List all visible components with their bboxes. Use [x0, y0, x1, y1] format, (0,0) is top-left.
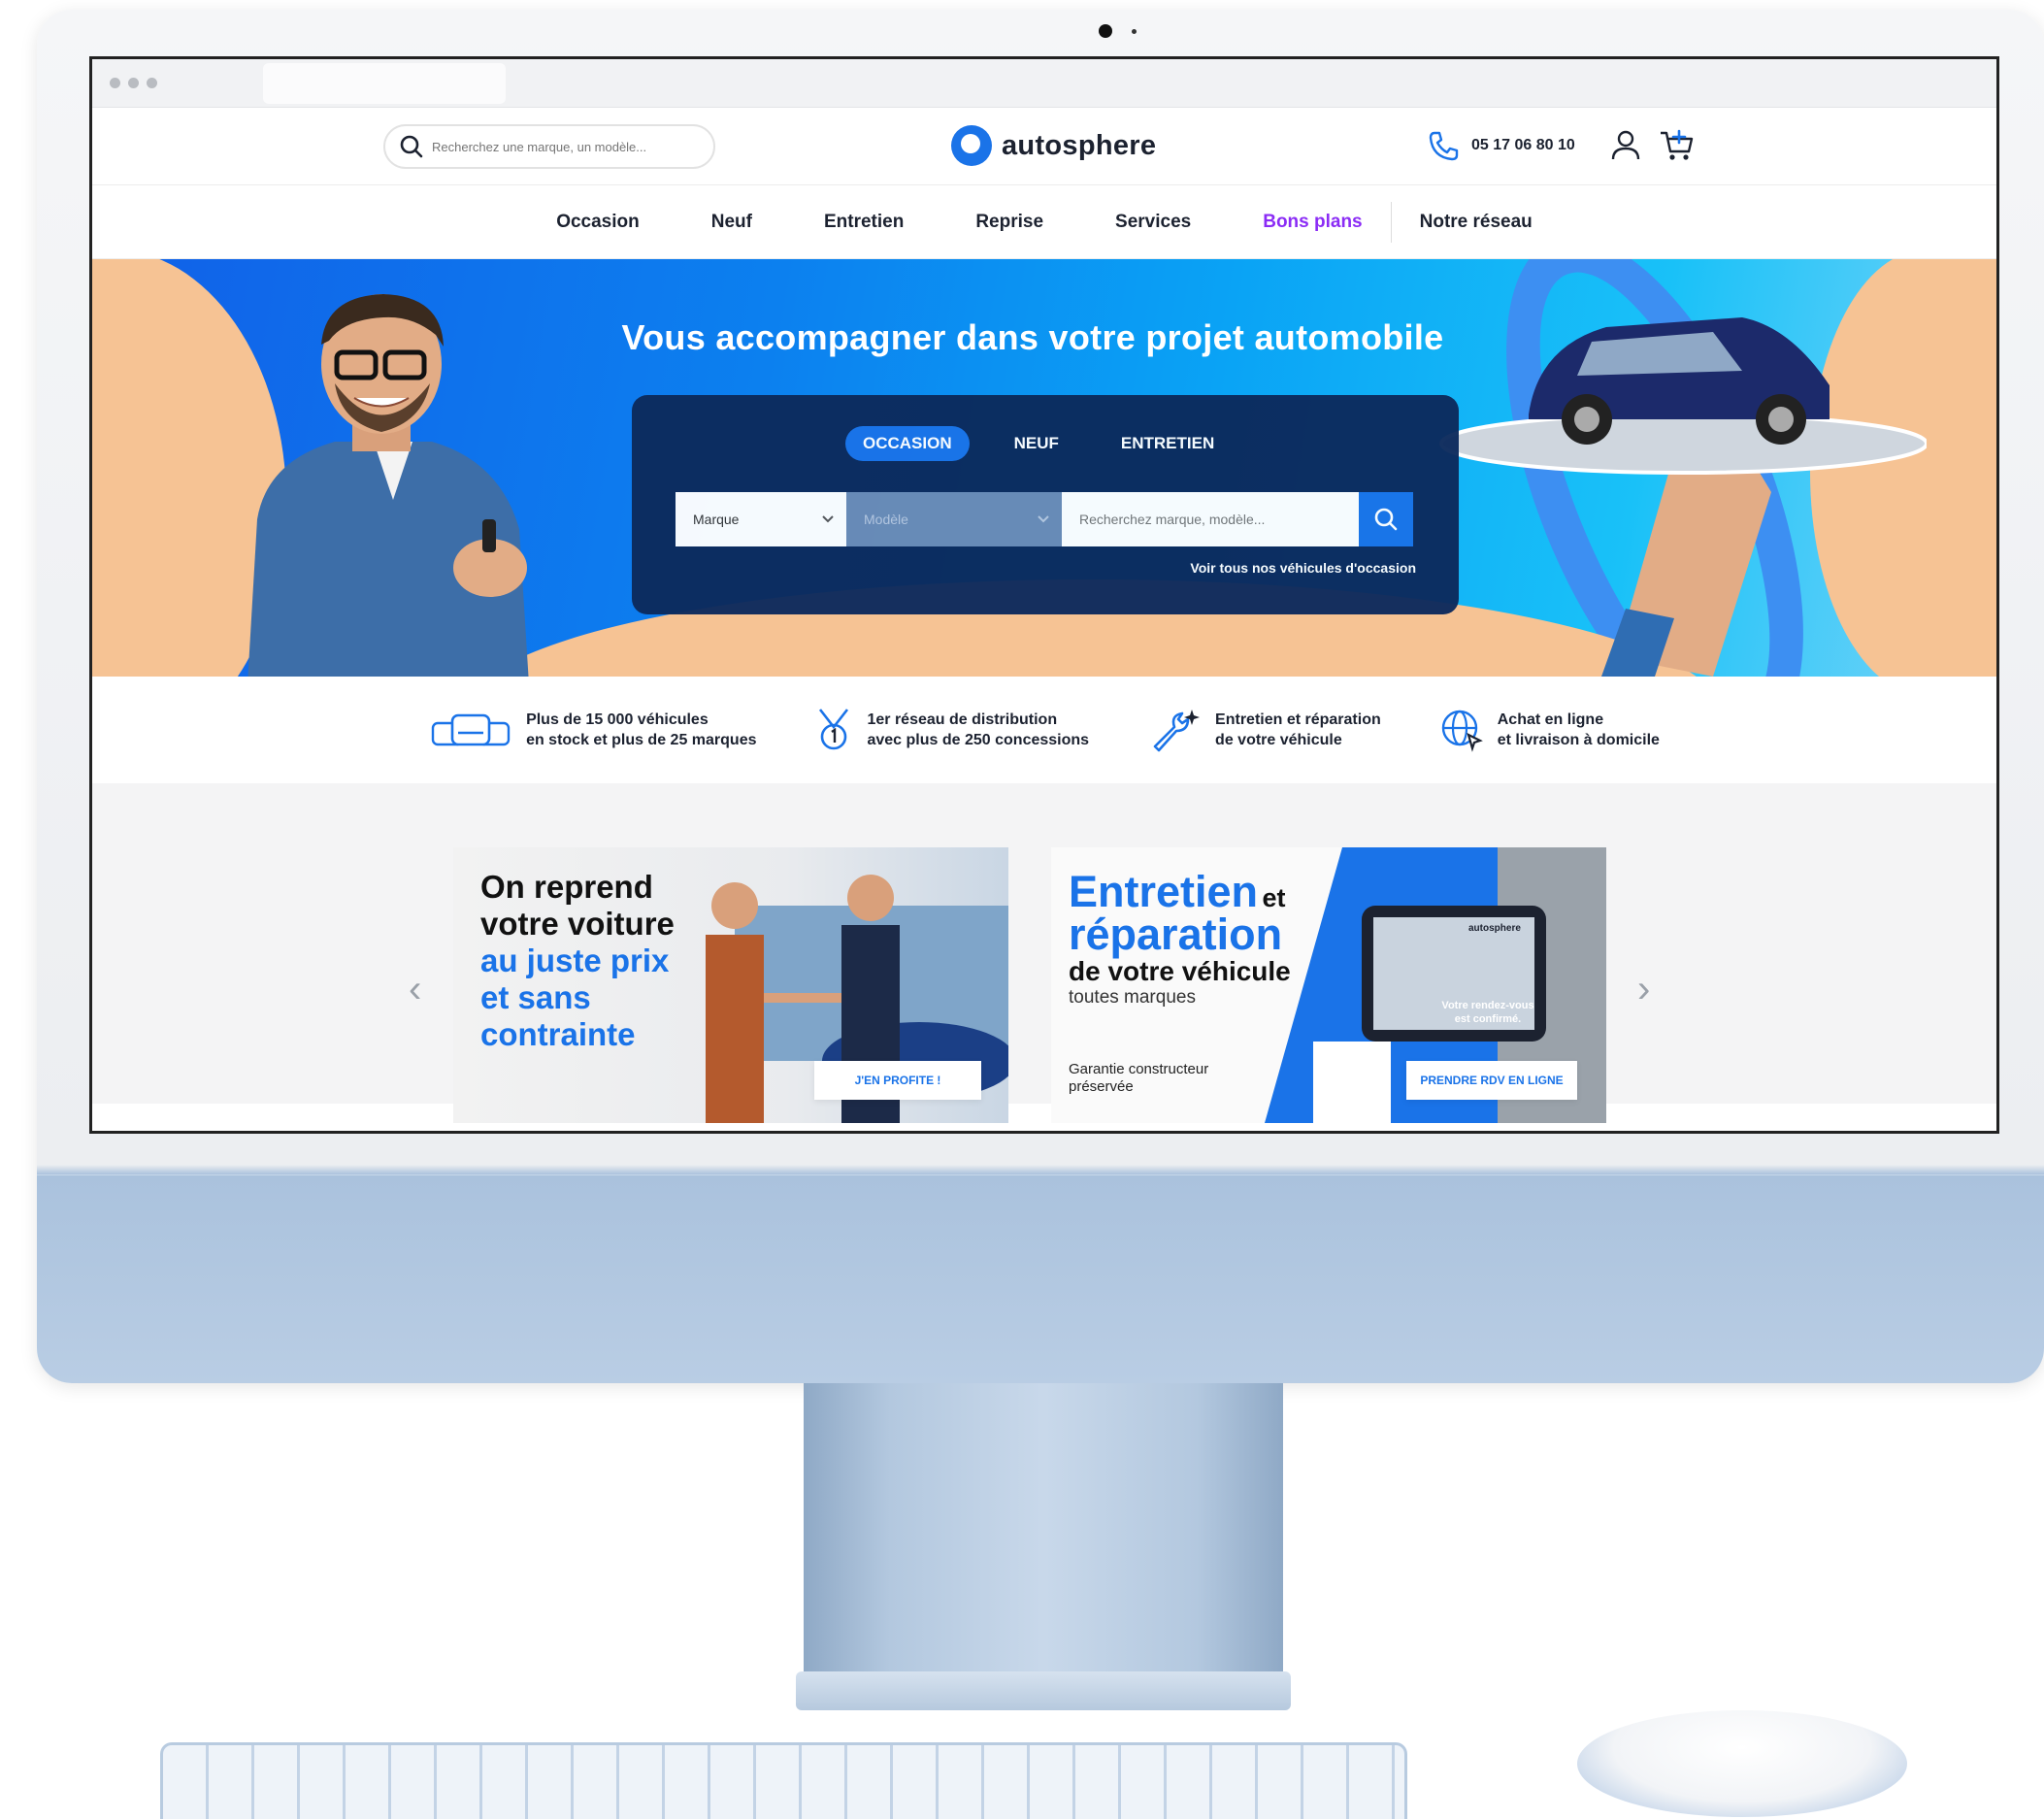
header-search[interactable]	[383, 124, 715, 169]
tablet-logo-text: autosphere	[1468, 923, 1521, 934]
tablet-message: Votre rendez-vous est confirmé.	[1430, 999, 1546, 1026]
reprise-line3: au juste prix	[480, 943, 670, 978]
imac-stand-base	[796, 1671, 1291, 1710]
nav-notre-reseau[interactable]: Notre réseau	[1420, 212, 1533, 233]
phone-link[interactable]: 05 17 06 80 10	[1427, 129, 1575, 162]
feature-maintenance-line2: de votre véhicule	[1215, 732, 1342, 748]
tab-occasion[interactable]: OCCASION	[845, 426, 970, 461]
feature-online: Achat en ligne et livraison à domicile	[1439, 708, 1660, 752]
address-bar[interactable]	[263, 63, 506, 104]
modele-select[interactable]: Modèle	[846, 492, 1062, 546]
reprise-headline: On reprend votre voiture au juste prix e…	[480, 869, 675, 1053]
search-icon	[1374, 508, 1398, 531]
feature-online-line1: Achat en ligne	[1497, 711, 1604, 728]
jen-profite-button[interactable]: J'EN PROFITE !	[814, 1061, 981, 1100]
entretien-headline: Entretien et réparation de votre véhicul…	[1069, 870, 1291, 1009]
feature-strip: Plus de 15 000 véhicules en stock et plus…	[92, 677, 1996, 783]
entretien-subtitle: de votre véhicule	[1069, 956, 1291, 986]
tab-neuf[interactable]: NEUF	[997, 426, 1076, 461]
imac-mockup: autosphere 05 17 06 80 10 Occasion Neuf …	[0, 0, 2044, 1819]
phone-icon	[1429, 131, 1459, 161]
reprise-line2: votre voiture	[480, 906, 675, 942]
feature-stock-line1: Plus de 15 000 véhicules	[526, 711, 709, 728]
logo[interactable]: autosphere	[951, 125, 1156, 166]
window-controls[interactable]	[110, 78, 157, 88]
site-header: autosphere 05 17 06 80 10	[92, 108, 1996, 185]
promo-card-entretien[interactable]: autosphere Votre rendez-vous est confirm…	[1051, 847, 1606, 1123]
browser-bar	[92, 59, 1996, 108]
carousel-prev-arrow[interactable]: ‹	[409, 968, 421, 1011]
nav-reprise[interactable]: Reprise	[975, 212, 1043, 233]
nav-divider	[1390, 201, 1392, 243]
chevron-down-icon	[1038, 515, 1049, 523]
globe-cursor-icon	[1441, 710, 1483, 752]
imac-chin	[37, 1174, 2044, 1175]
promo-carousel: ‹ On reprend votre voiture au juste prix…	[92, 783, 1996, 1123]
cart-icon[interactable]	[1659, 127, 1696, 164]
imac-stand	[804, 1383, 1283, 1674]
feature-stock: Plus de 15 000 véhicules en stock et plus…	[429, 708, 756, 752]
camera-sensor	[1132, 29, 1137, 34]
feature-network-line1: 1er réseau de distribution	[867, 711, 1058, 728]
cars-icon	[431, 713, 511, 746]
feature-network: 1er réseau de distribution avec plus de 2…	[814, 708, 1089, 752]
nav-bons-plans[interactable]: Bons plans	[1263, 212, 1362, 233]
wrench-icon	[1153, 710, 1201, 752]
marque-select[interactable]: Marque	[676, 492, 846, 546]
hero-title: Vous accompagner dans votre projet autom…	[621, 317, 1444, 357]
reprise-line1: On reprend	[480, 869, 653, 905]
medal-icon	[819, 709, 849, 750]
screen: autosphere 05 17 06 80 10 Occasion Neuf …	[89, 56, 1999, 1134]
feature-stock-line2: en stock et plus de 25 marques	[526, 732, 757, 748]
guarantee-line1: Garantie constructeur	[1069, 1061, 1209, 1077]
search-tabs: OCCASION NEUF ENTRETIEN	[845, 426, 1259, 461]
tablet-message-line1: Votre rendez-vous	[1441, 1000, 1534, 1011]
mouse	[1577, 1710, 1907, 1817]
hero-search-input[interactable]	[1062, 492, 1359, 546]
search-input[interactable]	[432, 139, 694, 154]
see-all-used-link[interactable]: Voir tous nos véhicules d'occasion	[1190, 560, 1416, 576]
chevron-down-icon	[822, 515, 834, 523]
entretien-guarantee: Garantie constructeur préservée	[1069, 1061, 1208, 1096]
keyboard	[160, 1742, 1407, 1819]
hero-search-button[interactable]	[1359, 492, 1413, 546]
modele-label: Modèle	[864, 512, 908, 527]
user-icon[interactable]	[1608, 127, 1643, 162]
promo-card-reprise[interactable]: On reprend votre voiture au juste prix e…	[453, 847, 1008, 1123]
tab-entretien[interactable]: ENTRETIEN	[1104, 426, 1232, 461]
nav-neuf[interactable]: Neuf	[711, 212, 752, 233]
entretien-title2: réparation	[1069, 910, 1283, 959]
main-nav: Occasion Neuf Entretien Reprise Services…	[92, 185, 1996, 259]
marque-label: Marque	[693, 512, 740, 527]
entretien-brands: toutes marques	[1069, 987, 1196, 1008]
hero-banner: Vous accompagner dans votre projet autom…	[92, 259, 1996, 677]
search-icon	[400, 135, 423, 158]
logo-icon	[951, 125, 992, 166]
prendre-rdv-button[interactable]: PRENDRE RDV EN LIGNE	[1406, 1061, 1577, 1100]
tablet-message-line2: est confirmé.	[1454, 1013, 1522, 1025]
feature-online-line2: et livraison à domicile	[1497, 732, 1660, 748]
reprise-line4: et sans	[480, 979, 591, 1015]
vehicle-search-panel: OCCASION NEUF ENTRETIEN Marque Modèle Re…	[632, 395, 1459, 614]
nav-services[interactable]: Services	[1115, 212, 1191, 233]
carousel-next-arrow[interactable]: ›	[1637, 968, 1650, 1011]
nav-entretien[interactable]: Entretien	[824, 212, 904, 233]
feature-maintenance: Entretien et réparation de votre véhicule	[1147, 708, 1381, 752]
guarantee-line2: préservée	[1069, 1078, 1134, 1095]
phone-number: 05 17 06 80 10	[1471, 137, 1575, 153]
search-fields: Marque Modèle	[676, 492, 1413, 546]
reprise-line5: contrainte	[480, 1016, 636, 1052]
logo-text: autosphere	[1002, 129, 1157, 161]
entretien-title-et: et	[1262, 883, 1286, 912]
feature-maintenance-line1: Entretien et réparation	[1215, 711, 1381, 728]
camera-dot	[1099, 24, 1112, 38]
nav-occasion[interactable]: Occasion	[556, 212, 640, 233]
feature-network-line2: avec plus de 250 concessions	[867, 732, 1090, 748]
